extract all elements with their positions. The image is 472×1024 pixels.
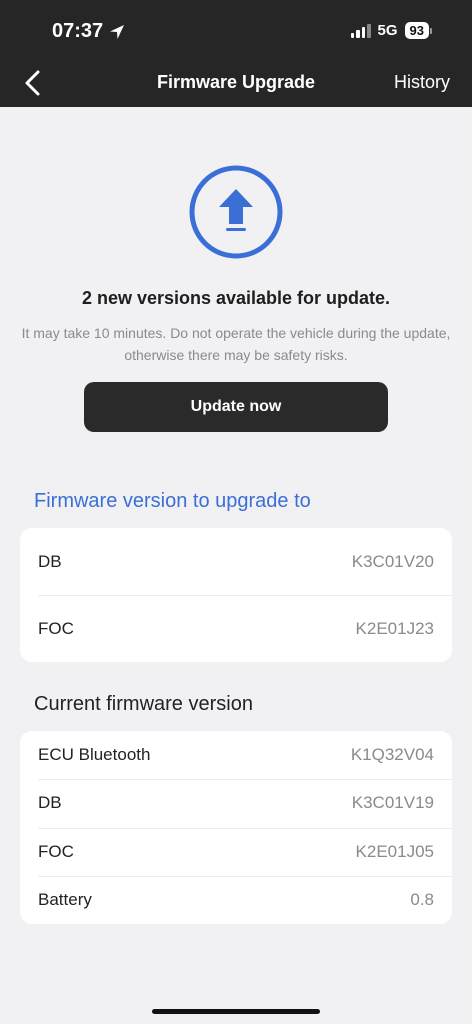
current-version-section-title: Current firmware version bbox=[34, 693, 253, 715]
cellular-signal-icon bbox=[350, 23, 371, 38]
target-version-card: DB K3C01V20 FOC K2E01J23 bbox=[20, 528, 452, 662]
status-time-label: 07:37 bbox=[52, 20, 104, 42]
status-indicators: 5G 93 bbox=[350, 22, 432, 39]
row-label: FOC bbox=[38, 841, 74, 861]
row-label: FOC bbox=[38, 618, 74, 638]
list-item: FOC K2E01J23 bbox=[20, 595, 452, 662]
row-label: ECU Bluetooth bbox=[38, 745, 151, 765]
status-time: 07:37 bbox=[52, 20, 125, 43]
home-indicator[interactable] bbox=[152, 1009, 320, 1014]
upload-arrow-icon bbox=[189, 165, 283, 259]
battery-level: 93 bbox=[404, 22, 429, 39]
current-version-card: ECU Bluetooth K1Q32V04 DB K3C01V19 FOC K… bbox=[20, 731, 452, 924]
row-value: 0.8 bbox=[410, 889, 434, 909]
history-link[interactable]: History bbox=[394, 72, 450, 93]
row-value: K3C01V19 bbox=[351, 793, 434, 813]
network-type: 5G bbox=[377, 22, 398, 39]
list-item: Battery 0.8 bbox=[20, 875, 452, 924]
list-item: FOC K2E01J05 bbox=[20, 827, 452, 876]
update-warning-text: It may take 10 minutes. Do not operate t… bbox=[21, 325, 451, 363]
list-item: ECU Bluetooth K1Q32V04 bbox=[20, 731, 452, 779]
row-label: Battery bbox=[38, 889, 92, 909]
target-version-section-title: Firmware version to upgrade to bbox=[34, 490, 311, 512]
list-item: DB K3C01V19 bbox=[20, 779, 452, 827]
update-headline: 2 new versions available for update. bbox=[81, 288, 391, 308]
row-value: K3C01V20 bbox=[351, 551, 434, 571]
list-item: DB K3C01V20 bbox=[20, 528, 452, 595]
location-arrow-icon bbox=[110, 24, 125, 39]
row-label: DB bbox=[38, 551, 62, 571]
row-value: K2E01J05 bbox=[355, 841, 434, 861]
row-label: DB bbox=[38, 793, 62, 813]
row-value: K1Q32V04 bbox=[350, 745, 434, 765]
top-bar: 07:37 5G 93 Firmware Upgrade History bbox=[0, 0, 472, 107]
row-value: K2E01J23 bbox=[355, 618, 434, 638]
battery-icon: 93 bbox=[404, 22, 432, 39]
update-now-button[interactable]: Update now bbox=[84, 382, 388, 432]
